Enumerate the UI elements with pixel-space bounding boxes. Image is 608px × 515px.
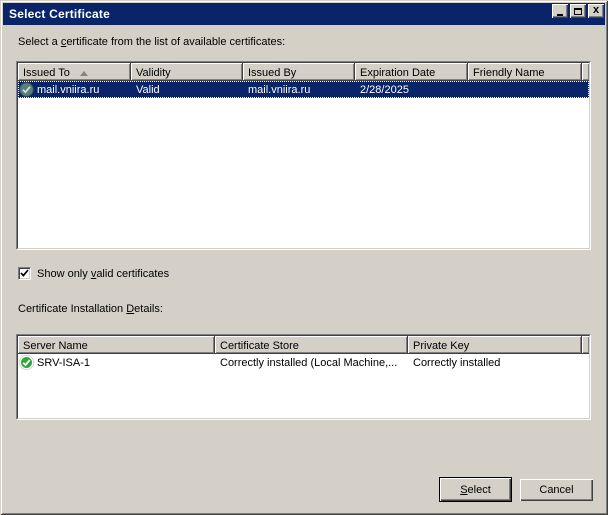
server-row[interactable]: SRV-ISA-1 Correctly installed (Local Mac… <box>18 354 589 371</box>
cell-issued-by: mail.vniira.ru <box>243 84 355 96</box>
column-header-server-name[interactable]: Server Name <box>18 336 215 354</box>
cancel-button[interactable]: Cancel <box>520 479 593 501</box>
show-valid-label-post: alid certificates <box>96 268 169 280</box>
cell-expiration-date: 2/28/2025 <box>355 84 468 96</box>
select-certificate-dialog: Select Certificate x Select a certificat… <box>0 0 608 515</box>
cancel-button-label: Cancel <box>539 484 573 496</box>
maximize-button[interactable] <box>570 4 586 18</box>
instruction-post: ertificate from the list of available ce… <box>66 36 285 48</box>
window-title: Select Certificate <box>9 7 110 21</box>
column-header-label: Server Name <box>23 340 88 352</box>
column-header-label: Friendly Name <box>473 67 545 79</box>
installed-ok-icon <box>19 355 34 370</box>
sort-ascending-icon <box>80 71 88 76</box>
details-label-pre: Certificate Installation <box>18 303 126 315</box>
show-valid-label[interactable]: Show only valid certificates <box>37 268 169 280</box>
column-header-expiration-date[interactable]: Expiration Date <box>355 63 468 81</box>
column-header-issued-to[interactable]: Issued To <box>18 63 131 81</box>
certificate-list-body: Issued To Validity Issued By Expiration … <box>17 62 590 249</box>
select-button-accel: S <box>460 484 467 496</box>
close-icon: x <box>593 5 599 16</box>
column-header-issued-by[interactable]: Issued By <box>243 63 355 81</box>
title-bar: Select Certificate <box>3 3 605 25</box>
select-button[interactable]: Select <box>439 477 512 502</box>
maximize-icon <box>574 8 582 15</box>
column-header-filler <box>582 63 589 81</box>
column-header-label: Validity <box>136 67 171 79</box>
column-header-certificate-store[interactable]: Certificate Store <box>215 336 408 354</box>
column-header-validity[interactable]: Validity <box>131 63 243 81</box>
show-valid-label-pre: Show only <box>37 268 91 280</box>
column-header-label: Private Key <box>413 340 469 352</box>
column-header-label: Issued By <box>248 67 296 79</box>
column-header-label: Expiration Date <box>360 67 435 79</box>
column-header-private-key[interactable]: Private Key <box>408 336 582 354</box>
installation-details-header: Server Name Certificate Store Private Ke… <box>18 336 589 354</box>
details-label-accel: D <box>126 303 134 315</box>
cell-certificate-store: Correctly installed (Local Machine,... <box>215 357 408 369</box>
installation-details-body: Server Name Certificate Store Private Ke… <box>17 335 590 419</box>
cell-server-name: SRV-ISA-1 <box>18 355 215 370</box>
minimize-icon <box>557 14 563 16</box>
close-button[interactable]: x <box>588 4 604 18</box>
issued-to-value: mail.vniira.ru <box>37 84 99 96</box>
column-header-filler <box>582 336 589 354</box>
server-name-value: SRV-ISA-1 <box>37 357 90 369</box>
checkmark-icon <box>20 269 29 278</box>
details-label-post: etails: <box>134 303 163 315</box>
valid-certificate-icon <box>19 82 34 97</box>
column-header-friendly-name[interactable]: Friendly Name <box>468 63 582 81</box>
certificate-row[interactable]: mail.vniira.ru Valid mail.vniira.ru 2/28… <box>18 81 589 98</box>
cell-private-key: Correctly installed <box>408 357 500 369</box>
installation-details-list: Server Name Certificate Store Private Ke… <box>16 334 591 420</box>
column-header-label: Certificate Store <box>220 340 299 352</box>
cell-issued-to: mail.vniira.ru <box>18 82 131 97</box>
installation-details-label: Certificate Installation Details: <box>18 303 163 315</box>
show-valid-checkbox[interactable] <box>18 267 31 280</box>
select-button-label: elect <box>468 484 491 496</box>
certificate-list-header: Issued To Validity Issued By Expiration … <box>18 63 589 81</box>
instruction-text: Select a certificate from the list of av… <box>18 36 285 48</box>
column-header-label: Issued To <box>23 67 70 79</box>
cell-validity: Valid <box>131 84 243 96</box>
minimize-button[interactable] <box>552 4 568 18</box>
titlebar-buttons: x <box>550 4 604 18</box>
instruction-pre: Select a <box>18 36 61 48</box>
certificate-list: Issued To Validity Issued By Expiration … <box>16 61 591 250</box>
